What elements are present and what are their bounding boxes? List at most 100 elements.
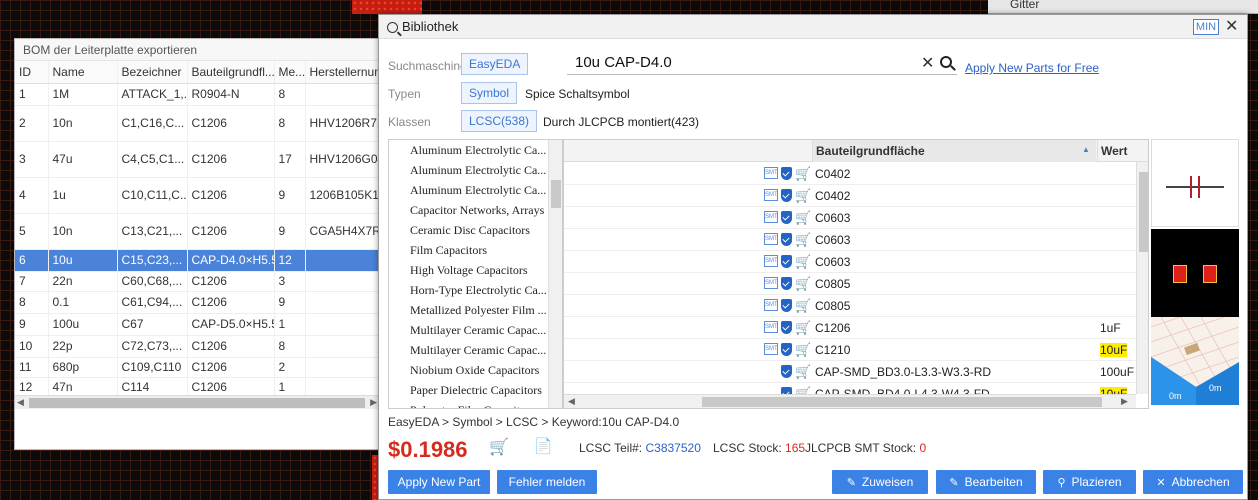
search-engine-selector[interactable]: EasyEDA xyxy=(461,53,529,75)
result-row[interactable]: SMT 🛒 C0402 xyxy=(564,185,1136,207)
3d-model-preview[interactable]: 0m 0m xyxy=(1151,317,1239,405)
symbol-preview[interactable] xyxy=(1151,139,1239,227)
scroll-left-arrow-icon[interactable]: ◀ xyxy=(17,397,24,408)
class-list-item[interactable]: Capacitor Networks, Arrays xyxy=(389,200,549,220)
class-list-item[interactable]: Niobium Oxide Capacitors xyxy=(389,360,549,380)
column-header-value[interactable]: Wert xyxy=(1097,140,1141,162)
class-list-item[interactable]: Aluminum Electrolytic Ca... xyxy=(389,180,549,200)
result-row[interactable]: 🛒 CAP-SMD_BD3.0-L3.3-W3.3-RD 100uF xyxy=(564,361,1136,383)
class-lcsc-button[interactable]: LCSC(538) xyxy=(461,110,538,132)
grid-panel-header[interactable]: Gitter xyxy=(988,0,1258,14)
lcsc-part-link[interactable]: C3837520 xyxy=(645,441,700,455)
results-horizontal-scrollbar[interactable]: ◀ ▶ xyxy=(564,394,1136,408)
footprint-preview[interactable] xyxy=(1151,229,1239,317)
bom-column-header[interactable]: Me... xyxy=(274,61,306,84)
scroll-right-arrow-icon[interactable]: ▶ xyxy=(1121,396,1128,407)
class-list-item[interactable]: Aluminum Electrolytic Ca... xyxy=(389,140,549,160)
verified-shield-icon xyxy=(781,343,792,356)
cart-icon[interactable]: 🛒 xyxy=(795,276,811,292)
bom-cell: 8 xyxy=(274,105,306,142)
bom-cell: 10n xyxy=(48,213,118,250)
shopping-cart-icon[interactable]: 🛒 xyxy=(489,437,509,457)
bom-table-row[interactable]: 11 680p C109,C110 C1206 2 xyxy=(15,357,379,378)
search-button-icon[interactable] xyxy=(940,56,952,68)
bom-table-row[interactable]: 8 0.1 C61,C94,... C1206 9 xyxy=(15,291,379,314)
class-list-item[interactable]: Multilayer Ceramic Capac... xyxy=(389,340,549,360)
scroll-thumb[interactable] xyxy=(702,397,1102,407)
class-list-scrollbar[interactable] xyxy=(548,140,562,408)
bom-column-header[interactable]: Name xyxy=(48,61,118,84)
cart-icon[interactable]: 🛒 xyxy=(795,342,811,358)
result-row[interactable]: SMT 🛒 C1210 10uF xyxy=(564,339,1136,361)
bom-column-header[interactable]: Bezeichner xyxy=(117,61,188,84)
column-header-footprint[interactable]: Bauteilgrundfläche xyxy=(812,140,1096,162)
scroll-right-arrow-icon[interactable]: ▶ xyxy=(370,397,377,408)
result-row[interactable]: SMT 🛒 C0603 xyxy=(564,251,1136,273)
bom-table-row[interactable]: 4 1u C10,C11,C... C1206 9 1206B105K1( xyxy=(15,177,379,214)
type-spice-option[interactable]: Spice Schaltsymbol xyxy=(525,87,630,101)
cart-icon[interactable]: 🛒 xyxy=(795,210,811,226)
bom-table-row[interactable]: 12 47n C114 C1206 1 xyxy=(15,377,379,398)
class-list-item[interactable]: Multilayer Ceramic Capac... xyxy=(389,320,549,340)
scroll-thumb[interactable] xyxy=(1139,172,1148,252)
scroll-thumb[interactable] xyxy=(551,180,561,208)
smt-icon: SMT xyxy=(764,167,778,179)
cart-icon[interactable]: 🛒 xyxy=(795,254,811,270)
bom-column-header[interactable]: Herstellernum xyxy=(305,61,379,84)
cart-icon[interactable]: 🛒 xyxy=(795,166,811,182)
bom-table-row[interactable]: 5 10n C13,C21,... C1206 9 CGA5H4X7R2 xyxy=(15,213,379,250)
bom-table-row[interactable]: 6 10u C15,C23,... CAP-D4.0×H5.5 12 xyxy=(15,249,379,272)
class-list-item[interactable]: Aluminum Electrolytic Ca... xyxy=(389,160,549,180)
sort-ascending-icon[interactable]: ▲ xyxy=(1082,145,1090,154)
footprint-pad-icon xyxy=(1203,265,1217,283)
result-row[interactable]: SMT 🛒 C0805 xyxy=(564,273,1136,295)
scroll-left-arrow-icon[interactable]: ◀ xyxy=(568,396,575,407)
bom-cell: 9 xyxy=(15,313,49,336)
bom-cell: 1M xyxy=(48,83,118,106)
assign-button[interactable]: ✎ Zuweisen xyxy=(832,470,928,494)
bom-table-row[interactable]: 7 22n C60,C68,... C1206 3 xyxy=(15,271,379,292)
place-button[interactable]: ⚲ Plazieren xyxy=(1043,470,1136,494)
class-list-item[interactable]: Horn-Type Electrolytic Ca... xyxy=(389,280,549,300)
bom-table-row[interactable]: 2 10n C1,C16,C... C1206 8 HHV1206R71 xyxy=(15,105,379,142)
bom-horizontal-scrollbar[interactable]: ◀ ▶ xyxy=(15,395,379,409)
result-row[interactable]: SMT 🛒 C0805 xyxy=(564,295,1136,317)
class-list-item[interactable]: Film Capacitors xyxy=(389,240,549,260)
bom-table-row[interactable]: 3 47u C4,C5,C1... C1206 17 HHV1206G04 xyxy=(15,141,379,178)
results-vertical-scrollbar[interactable] xyxy=(1136,162,1148,394)
class-list-item[interactable]: Paper Dielectric Capacitors xyxy=(389,380,549,400)
cart-icon[interactable]: 🛒 xyxy=(795,320,811,336)
bom-column-header[interactable]: Bauteilgrundfl... xyxy=(187,61,275,84)
result-row[interactable]: SMT 🛒 C0402 xyxy=(564,163,1136,185)
bom-column-header[interactable]: ID xyxy=(15,61,49,84)
search-input[interactable]: 10u CAP-D4.0 xyxy=(567,53,957,75)
bom-table-row[interactable]: 10 22p C72,C73,... C1206 8 xyxy=(15,335,379,358)
report-error-button[interactable]: Fehler melden xyxy=(497,470,597,494)
result-footprint: C0805 xyxy=(815,299,851,313)
result-row[interactable]: SMT 🛒 C0603 xyxy=(564,207,1136,229)
class-list-item[interactable]: Ceramic Disc Capacitors xyxy=(389,220,549,240)
minimize-button[interactable]: MIN xyxy=(1193,19,1219,35)
class-list-item[interactable]: High Voltage Capacitors xyxy=(389,260,549,280)
edit-button[interactable]: ✎ Bearbeiten xyxy=(936,470,1036,494)
cart-icon[interactable]: 🛒 xyxy=(795,298,811,314)
bom-table-row[interactable]: 1 1M ATTACK_1,... R0904-N 8 xyxy=(15,83,379,106)
bom-cell: 2 xyxy=(15,105,49,142)
pdf-datasheet-icon[interactable]: 📄 xyxy=(534,437,553,455)
class-list-item[interactable]: Polyester Film Capacitors xyxy=(389,400,549,408)
scroll-thumb[interactable] xyxy=(29,398,365,408)
cart-icon[interactable]: 🛒 xyxy=(795,188,811,204)
result-row[interactable]: SMT 🛒 C0603 xyxy=(564,229,1136,251)
cancel-button[interactable]: ✕ Abbrechen xyxy=(1143,470,1243,494)
close-icon[interactable]: ✕ xyxy=(1225,17,1238,37)
cart-icon[interactable]: 🛒 xyxy=(795,364,811,380)
cart-icon[interactable]: 🛒 xyxy=(795,232,811,248)
clear-search-icon[interactable]: ✕ xyxy=(921,53,934,73)
class-jlcpcb-option[interactable]: Durch JLCPCB montiert(423) xyxy=(543,115,699,129)
type-symbol-button[interactable]: Symbol xyxy=(461,82,518,104)
apply-new-parts-link[interactable]: Apply New Parts for Free xyxy=(965,61,1099,75)
class-list-item[interactable]: Metallized Polyester Film ... xyxy=(389,300,549,320)
result-row[interactable]: SMT 🛒 C1206 1uF xyxy=(564,317,1136,339)
bom-table-row[interactable]: 9 100u C67 CAP-D5.0×H5.5 1 xyxy=(15,313,379,336)
apply-new-part-button[interactable]: Apply New Part xyxy=(388,470,490,494)
